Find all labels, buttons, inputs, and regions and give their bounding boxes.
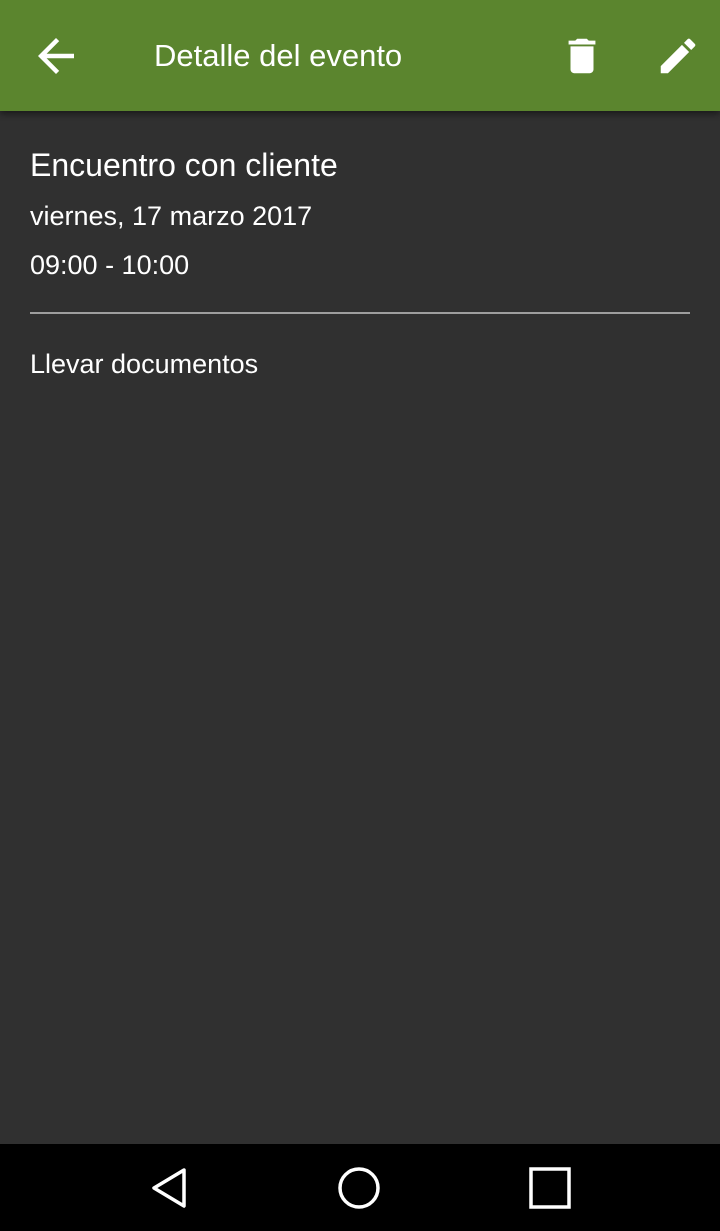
back-button[interactable] bbox=[16, 0, 96, 111]
trash-icon bbox=[568, 38, 596, 73]
event-notes: Llevar documentos bbox=[30, 349, 259, 379]
app-bar: Detalle del evento bbox=[0, 0, 720, 111]
arrow-left-icon bbox=[38, 37, 74, 74]
pencil-icon bbox=[660, 38, 696, 73]
event-date: viernes, 17 marzo 2017 bbox=[30, 201, 313, 231]
event-time: 09:00 - 10:00 bbox=[30, 250, 190, 280]
circle-home-icon bbox=[338, 1166, 380, 1209]
event-detail-screen: Detalle del evento Encuentro con cliente… bbox=[0, 0, 720, 1231]
nav-back-button[interactable] bbox=[120, 1144, 220, 1231]
delete-button[interactable] bbox=[542, 0, 622, 111]
triangle-back-icon bbox=[152, 1167, 186, 1208]
divider bbox=[30, 312, 690, 314]
nav-home-button[interactable] bbox=[309, 1144, 409, 1231]
edit-button[interactable] bbox=[638, 0, 718, 111]
event-title: Encuentro con cliente bbox=[30, 147, 338, 183]
square-recents-icon bbox=[529, 1166, 571, 1209]
nav-recents-button[interactable] bbox=[500, 1144, 600, 1231]
system-nav-bar bbox=[0, 1144, 720, 1231]
page-title: Detalle del evento bbox=[154, 38, 403, 73]
